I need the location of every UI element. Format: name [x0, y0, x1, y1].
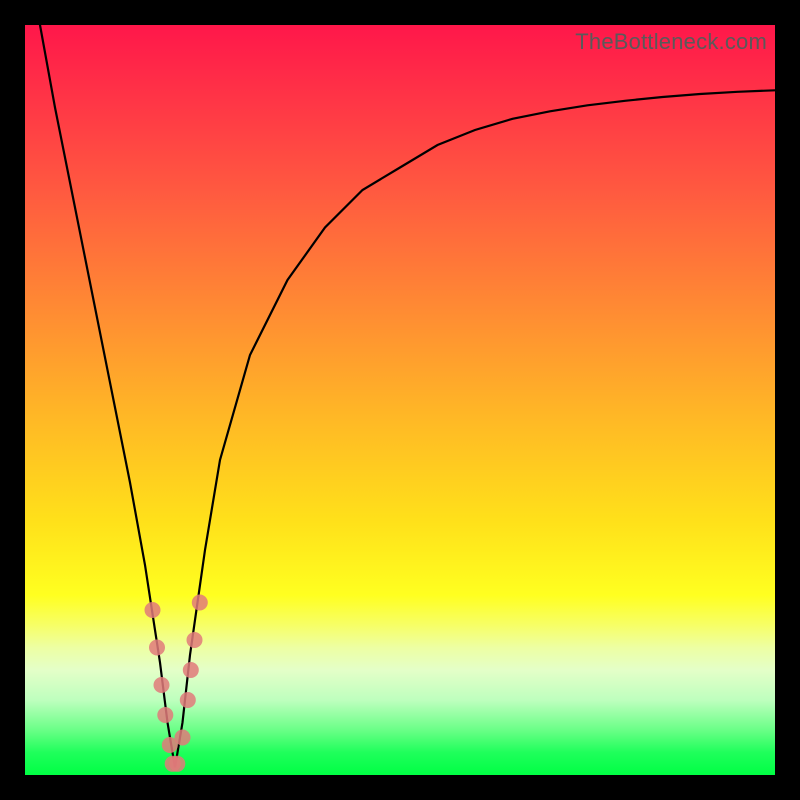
bottleneck-curve-svg — [25, 25, 775, 775]
data-point-marker — [180, 692, 196, 708]
curve-path-group — [40, 25, 775, 768]
data-point-marker — [157, 707, 173, 723]
data-point-marker — [192, 595, 208, 611]
data-point-marker — [149, 640, 165, 656]
data-point-marker — [169, 756, 185, 772]
data-point-marker — [145, 602, 161, 618]
data-point-marker — [175, 730, 191, 746]
data-point-marker — [183, 662, 199, 678]
data-point-marker — [187, 632, 203, 648]
plot-area: TheBottleneck.com — [25, 25, 775, 775]
data-point-marker — [154, 677, 170, 693]
chart-frame: TheBottleneck.com — [0, 0, 800, 800]
bottleneck-curve — [40, 25, 775, 768]
